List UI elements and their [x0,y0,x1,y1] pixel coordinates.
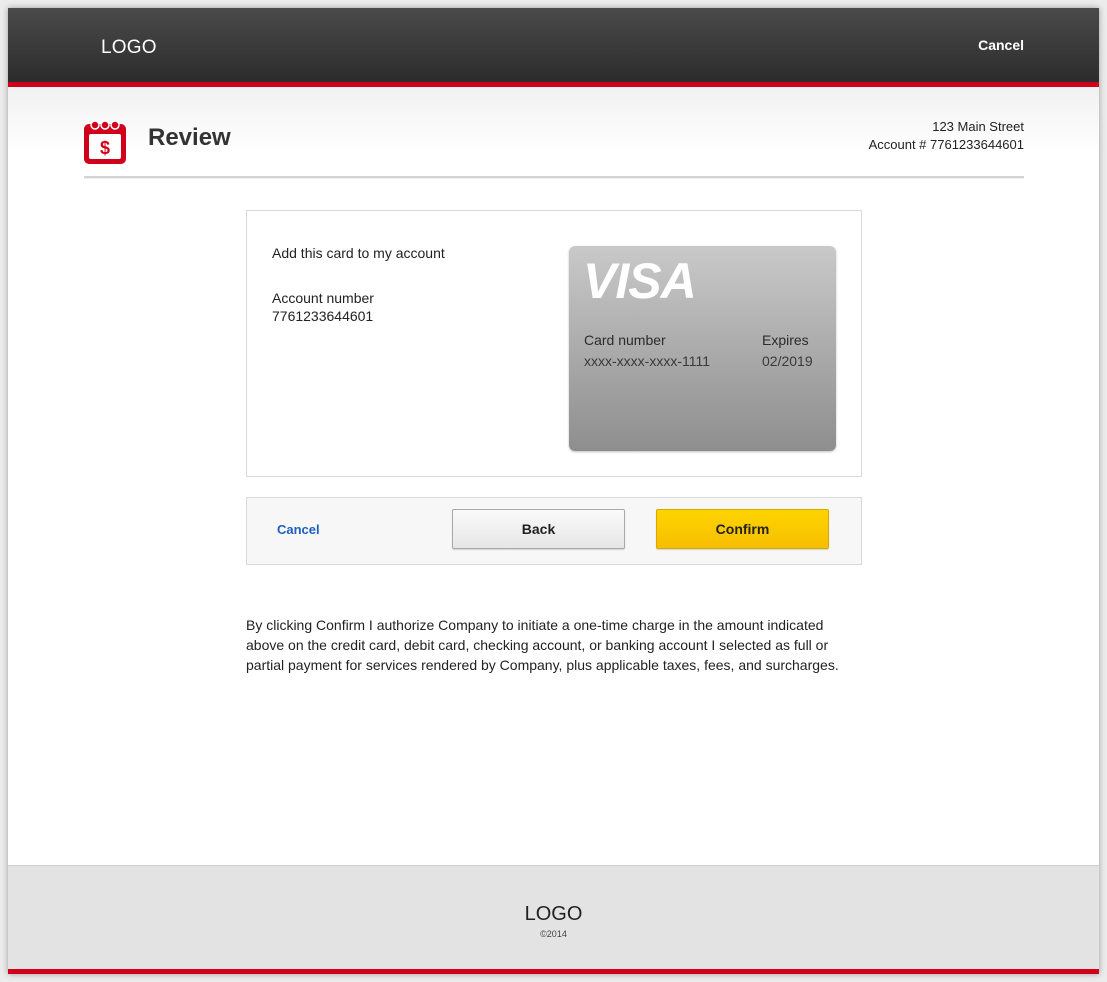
visa-logo: VISA [583,253,697,309]
action-bar: Cancel Back Confirm [246,497,862,565]
expires-label: Expires [762,332,809,348]
expires-value: 02/2019 [762,353,813,369]
footer: LOGO ©2014 [8,865,1099,970]
back-button[interactable]: Back [452,509,625,549]
account-number-line: Account # 7761233644601 [868,137,1024,152]
account-number-value: 7761233644601 [272,308,374,324]
footer-logo: LOGO [524,903,583,925]
title-area: $ Review 123 Main Street Account # 77612… [8,87,1099,182]
svg-text:$: $ [100,138,110,158]
copyright: ©2014 [540,929,567,939]
cancel-link[interactable]: Cancel [277,522,320,537]
authorization-disclaimer: By clicking Confirm I authorize Company … [246,617,839,673]
app-window: LOGO Cancel $ Review 123 Main Street Acc… [8,8,1099,974]
calendar-dollar-icon: $ [84,120,126,164]
account-address: 123 Main Street Account # 7761233644601 [869,118,1024,154]
header-cancel-link[interactable]: Cancel [978,37,1024,53]
confirm-button[interactable]: Confirm [656,509,829,549]
add-card-text: Add this card to my account [272,245,445,261]
header-logo: LOGO [101,37,157,58]
title-divider [84,176,1024,179]
address-line: 123 Main Street [932,119,1024,134]
account-number-label: Account number [272,290,374,306]
card-number-label: Card number [584,332,666,348]
top-header: LOGO Cancel [8,8,1099,87]
visa-card: VISA Card number xxxx-xxxx-xxxx-1111 Exp… [569,246,836,451]
page-title: Review [148,124,231,151]
footer-accent-bar [8,969,1099,974]
card-number-value: xxxx-xxxx-xxxx-1111 [584,353,711,369]
card-panel: Add this card to my account Account numb… [246,210,862,477]
